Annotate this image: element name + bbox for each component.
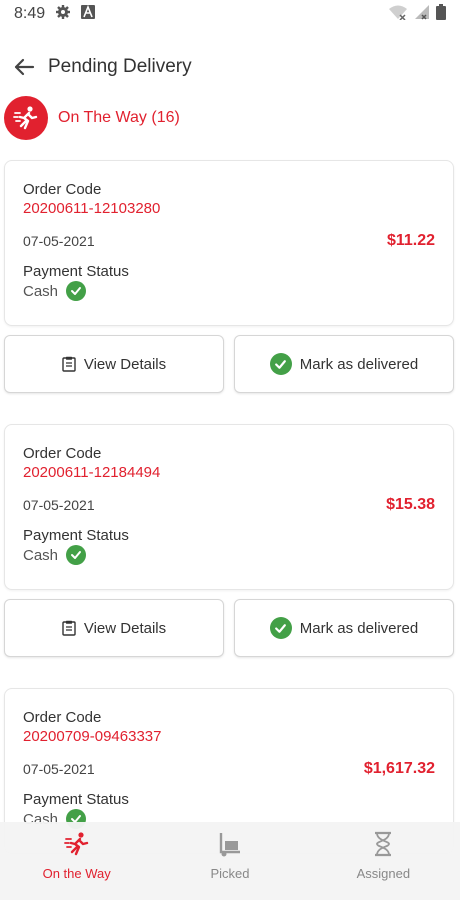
view-details-button[interactable]: View Details bbox=[4, 335, 224, 393]
check-circle-icon bbox=[66, 545, 87, 565]
nav-assigned[interactable]: Assigned bbox=[307, 822, 460, 900]
page-title: Pending Delivery bbox=[48, 56, 192, 77]
order-code-label: Order Code bbox=[23, 709, 102, 726]
clipboard-icon bbox=[62, 356, 76, 372]
order-actions: View Details Mark as delivered bbox=[4, 599, 454, 657]
nav-on-the-way[interactable]: On the Way bbox=[0, 822, 153, 900]
order-amount: $11.22 bbox=[386, 232, 435, 249]
hourglass-icon bbox=[375, 831, 392, 857]
order-card: Order Code 20200611-12103280 07-05-2021 … bbox=[4, 160, 454, 326]
arrow-left-icon bbox=[14, 58, 35, 76]
hand-truck-icon bbox=[219, 833, 240, 857]
mark-delivered-button[interactable]: Mark as delivered bbox=[234, 599, 454, 657]
check-circle-icon bbox=[66, 281, 87, 301]
order-date: 07-05-2021 bbox=[23, 497, 95, 513]
back-button[interactable] bbox=[6, 49, 42, 85]
nav-label: Assigned bbox=[356, 866, 411, 881]
order-code: 20200611-12184494 bbox=[23, 464, 161, 481]
order-actions: View Details Mark as delivered bbox=[4, 335, 454, 393]
nav-label: Picked bbox=[210, 866, 250, 881]
mark-delivered-label: Mark as delivered bbox=[299, 619, 419, 637]
status-time: 8:49 bbox=[14, 5, 46, 22]
check-circle-icon bbox=[269, 617, 292, 639]
font-a-icon bbox=[81, 4, 96, 24]
view-details-label: View Details bbox=[83, 355, 167, 373]
gear-icon bbox=[55, 4, 71, 25]
order-code: 20200709-09463337 bbox=[23, 728, 162, 745]
signal-icon bbox=[414, 4, 430, 25]
payment-status-value: Cash bbox=[23, 282, 59, 300]
order-amount: $15.38 bbox=[386, 496, 435, 513]
mark-delivered-label: Mark as delivered bbox=[299, 355, 419, 373]
section-title: On The Way (16) bbox=[58, 109, 180, 126]
view-details-button[interactable]: View Details bbox=[4, 599, 224, 657]
app-header: Pending Delivery bbox=[0, 44, 460, 90]
check-circle-icon bbox=[269, 353, 292, 375]
order-code: 20200611-12103280 bbox=[23, 200, 161, 217]
payment-status-value: Cash bbox=[23, 546, 59, 564]
bottom-navigation: On the Way Picked Assigned bbox=[0, 822, 460, 900]
order-date: 07-05-2021 bbox=[23, 761, 95, 777]
order-date: 07-05-2021 bbox=[23, 233, 95, 249]
wifi-off-icon bbox=[388, 4, 408, 25]
running-person-icon bbox=[4, 96, 48, 140]
nav-picked[interactable]: Picked bbox=[153, 822, 306, 900]
section-header: On The Way (16) bbox=[4, 94, 180, 142]
clipboard-icon bbox=[62, 620, 76, 636]
mark-delivered-button[interactable]: Mark as delivered bbox=[234, 335, 454, 393]
order-code-label: Order Code bbox=[23, 445, 102, 462]
order-amount: $1,617.32 bbox=[363, 760, 435, 777]
status-bar: 8:49 bbox=[0, 0, 460, 28]
payment-status-label: Payment Status bbox=[23, 791, 129, 808]
payment-status-label: Payment Status bbox=[23, 263, 129, 280]
order-card: Order Code 20200611-12184494 07-05-2021 … bbox=[4, 424, 454, 590]
battery-icon bbox=[436, 3, 446, 25]
running-person-icon bbox=[63, 832, 88, 856]
nav-label: On the Way bbox=[42, 866, 111, 881]
view-details-label: View Details bbox=[83, 619, 167, 637]
payment-status-label: Payment Status bbox=[23, 527, 129, 544]
order-code-label: Order Code bbox=[23, 181, 102, 198]
